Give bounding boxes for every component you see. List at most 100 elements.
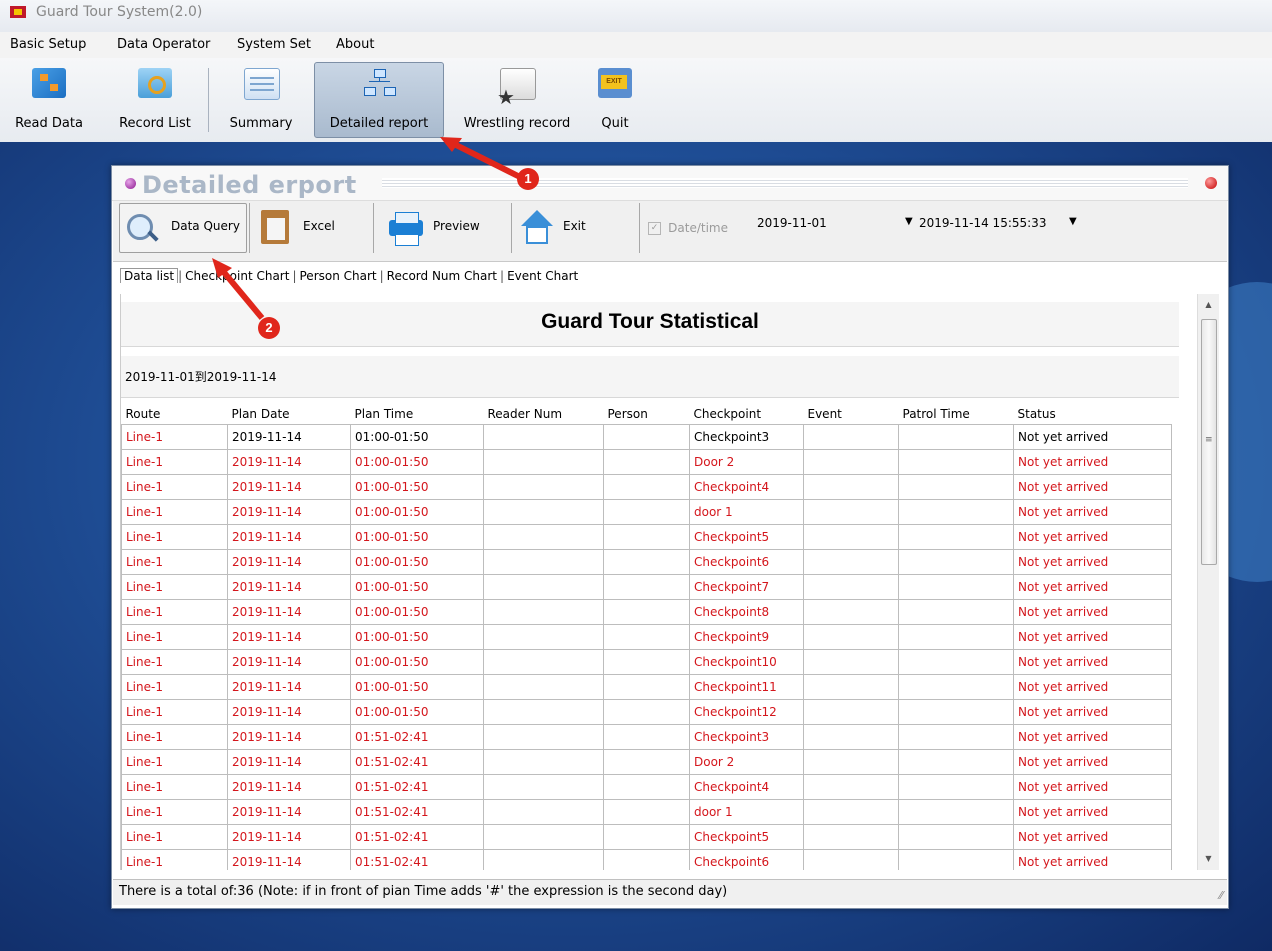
table-cell [898,424,1014,450]
menu-data-operator[interactable]: Data Operator [117,37,210,52]
col-plan-time: Plan Time [350,404,484,425]
tab-event-chart[interactable]: Event Chart [504,269,581,283]
summary-button[interactable]: Summary [220,62,302,138]
window-close-icon[interactable] [1205,177,1217,189]
date-to-select[interactable]: 2019-11-14 15:55:33 ▼ [919,216,1089,236]
scroll-up-icon[interactable]: ▲ [1198,296,1219,314]
document-icon [244,68,280,100]
exit-button[interactable]: Exit [513,203,640,253]
home-icon [517,208,555,246]
record-list-label: Record List [119,116,191,131]
table-cell: door 1 [689,799,804,825]
data-query-button[interactable]: Data Query [119,203,250,253]
preview-button[interactable]: Preview [383,203,512,253]
table-cell: Not yet arrived [1013,624,1172,650]
table-cell: Not yet arrived [1013,549,1172,575]
table-cell [603,699,690,725]
table-row[interactable]: Line-1 2019-11-14 01:00-01:50 Checkpoint10 N… [121,649,1172,675]
record-list-button[interactable]: Record List [108,62,202,138]
table-row[interactable]: Line-1 2019-11-14 01:00-01:50 Checkpoint4 No… [121,474,1172,500]
table-cell: Not yet arrived [1013,649,1172,675]
table-cell [603,549,690,575]
table-cell: Line-1 [121,774,228,800]
table-cell [483,449,604,475]
table-row[interactable]: Line-1 2019-11-14 01:51-02:41 Door 2 Not yet… [121,749,1172,775]
table-row[interactable]: Line-1 2019-11-14 01:00-01:50 Checkpoint7 No… [121,574,1172,600]
table-cell [803,449,899,475]
table-cell: 01:00-01:50 [350,549,484,575]
table-cell: 01:00-01:50 [350,624,484,650]
tab-person-chart[interactable]: Person Chart [297,269,380,283]
table-cell [483,699,604,725]
table-cell: Not yet arrived [1013,699,1172,725]
quit-button[interactable]: EXIT Quit [588,62,642,138]
wrestling-record-label: Wrestling record [463,116,571,131]
table-cell [483,474,604,500]
excel-button[interactable]: Excel [253,203,374,253]
table-row[interactable]: Line-1 2019-11-14 01:51-02:41 Checkpoint3 No… [121,724,1172,750]
table-cell [898,724,1014,750]
table-row[interactable]: Line-1 2019-11-14 01:00-01:50 Checkpoint8 No… [121,599,1172,625]
data-query-label: Data Query [171,219,240,233]
menu-basic-setup[interactable]: Basic Setup [10,37,86,52]
table-cell [483,499,604,525]
chevron-down-icon[interactable]: ▼ [905,216,913,227]
col-person: Person [603,404,690,425]
col-reader-num: Reader Num [483,404,604,425]
menu-about[interactable]: About [336,37,374,52]
chevron-down-icon[interactable]: ▼ [1069,216,1077,227]
vertical-scrollbar[interactable]: ▲ ≡ ▼ [1197,294,1219,870]
table-row[interactable]: Line-1 2019-11-14 01:51-02:41 Checkpoint5 No… [121,824,1172,850]
date-from-select[interactable]: 2019-11-01 ▼ [757,216,917,236]
table-cell: Checkpoint12 [689,699,804,725]
table-cell: Line-1 [121,599,228,625]
table-cell: Checkpoint10 [689,649,804,675]
table-row[interactable]: Line-1 2019-11-14 01:00-01:50 door 1 Not yet… [121,499,1172,525]
table-row[interactable]: Line-1 2019-11-14 01:51-02:41 Checkpoint6 No… [121,849,1172,870]
table-cell: 2019-11-14 [227,599,351,625]
date-to-value: 2019-11-14 15:55:33 [919,216,1047,230]
table-cell [483,774,604,800]
table-cell: Checkpoint6 [689,549,804,575]
resize-grip-icon[interactable]: ⁄⁄ [1219,884,1223,908]
window-menu-icon[interactable] [125,178,136,189]
table-cell: 2019-11-14 [227,449,351,475]
scroll-down-icon[interactable]: ▼ [1198,850,1219,868]
tab-data-list[interactable]: Data list [120,268,179,283]
scroll-thumb[interactable]: ≡ [1201,319,1217,565]
tab-record-num-chart[interactable]: Record Num Chart [384,269,500,283]
table-row[interactable]: Line-1 2019-11-14 01:00-01:50 Checkpoint3 No… [121,424,1172,450]
table-cell: 2019-11-14 [227,799,351,825]
table-cell [483,724,604,750]
table-cell [603,599,690,625]
table-cell [603,774,690,800]
detailed-report-button[interactable]: Detailed report [314,62,444,138]
table-cell: 2019-11-14 [227,674,351,700]
menu-system-set[interactable]: System Set [237,37,311,52]
table-row[interactable]: Line-1 2019-11-14 01:00-01:50 Checkpoint12 N… [121,699,1172,725]
table-cell [803,574,899,600]
wrestling-record-button[interactable]: ★ Wrestling record [452,62,582,138]
status-bar: There is a total of:36 (Note: if in fron… [113,879,1227,905]
table-cell: 01:00-01:50 [350,424,484,450]
table-cell [898,574,1014,600]
table-cell: 2019-11-14 [227,699,351,725]
datetime-checkbox[interactable]: ✓ Date/time [648,221,728,236]
tab-checkpoint-chart[interactable]: Checkpoint Chart [182,269,292,283]
table-cell [898,649,1014,675]
table-row[interactable]: Line-1 2019-11-14 01:00-01:50 Checkpoint9 No… [121,624,1172,650]
table-cell: Not yet arrived [1013,474,1172,500]
table-row[interactable]: Line-1 2019-11-14 01:00-01:50 Checkpoint11 N… [121,674,1172,700]
table-row[interactable]: Line-1 2019-11-14 01:00-01:50 Checkpoint5 No… [121,524,1172,550]
table-row[interactable]: Line-1 2019-11-14 01:51-02:41 Checkpoint4 No… [121,774,1172,800]
table-row[interactable]: Line-1 2019-11-14 01:00-01:50 Checkpoint6 No… [121,549,1172,575]
table-cell [898,499,1014,525]
table-cell [898,749,1014,775]
table-cell: Checkpoint3 [689,424,804,450]
table-row[interactable]: Line-1 2019-11-14 01:51-02:41 door 1 Not yet… [121,799,1172,825]
annotation-badge-1: 1 [517,168,539,190]
read-data-button[interactable]: Read Data [8,62,90,138]
summary-label: Summary [229,116,293,131]
table-row[interactable]: Line-1 2019-11-14 01:00-01:50 Door 2 Not yet… [121,449,1172,475]
report-date-range: 2019-11-01到2019-11-14 [121,356,1179,398]
